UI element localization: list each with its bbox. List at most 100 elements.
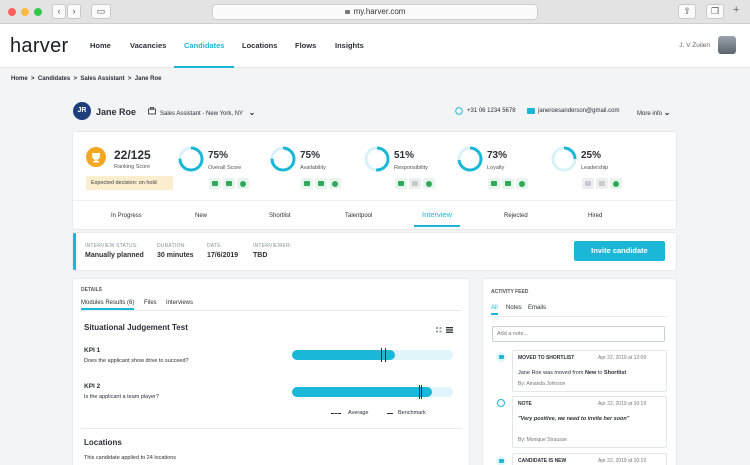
nav-insights[interactable]: Insights [335, 24, 364, 68]
stage-talentpool[interactable]: Talentpool [345, 213, 372, 219]
details-title: DETAILS [81, 287, 103, 293]
breadcrumb-separator: > [127, 76, 132, 82]
ranking-value: 22/125 [114, 148, 151, 162]
kpi-2-average-marker [420, 385, 422, 399]
stage-interview[interactable]: Interview [414, 210, 461, 227]
kpi-2-bar [292, 385, 453, 399]
back-button[interactable]: ‹ [52, 4, 66, 19]
breadcrumb-candidates[interactable]: Candidates [38, 76, 70, 82]
forward-button[interactable]: › [67, 4, 81, 19]
feed-item-body: Jane Roe was moved from New to Shortlist [518, 370, 663, 376]
user-name[interactable]: J. V Zuilen [679, 42, 710, 49]
stage-in-progress[interactable]: In Progress [111, 213, 142, 219]
kpi-2-benchmark-marker [419, 385, 421, 399]
flag-icon [223, 178, 235, 189]
feed-item-author: By: Monique Strausse [518, 437, 567, 443]
tab-files[interactable]: Files [144, 300, 157, 306]
interview-status-value: Manually planned [85, 252, 144, 259]
kpi-2-question: Is the applicant a team player? [84, 394, 159, 400]
sidebar-toggle-icon[interactable]: ▭ [91, 4, 111, 19]
feed-body-text: to [596, 370, 604, 376]
stage-new[interactable]: New [195, 213, 207, 219]
kpi-1-title: KPI 1 [84, 347, 101, 354]
nav-vacancies[interactable]: Vacancies [130, 24, 166, 68]
avatar[interactable] [718, 36, 736, 54]
flag-icon [315, 178, 327, 189]
minimize-window-icon[interactable] [21, 8, 29, 16]
benchmark-legend-icon [387, 413, 393, 414]
loyalty-percent: 73% [487, 150, 508, 161]
new-tab-icon[interactable]: + [733, 4, 739, 16]
chat-icon [496, 456, 506, 465]
responsibility-percent: 51% [394, 150, 415, 161]
candidate-name: Jane Roe [96, 107, 137, 117]
candidate-phone[interactable]: +31 06 1234 5678 [467, 108, 516, 114]
nav-locations[interactable]: Locations [242, 24, 277, 68]
harver-logo[interactable]: harver [10, 35, 69, 58]
duration-value: 30 minutes [157, 252, 194, 259]
flag-icon [596, 178, 608, 189]
breadcrumb-home[interactable]: Home [11, 76, 28, 82]
chat-icon [496, 398, 506, 408]
stage-rejected[interactable]: Rejected [504, 213, 528, 219]
url-text: my.harver.com [353, 7, 406, 16]
close-window-icon[interactable] [8, 8, 16, 16]
loyalty-label: Loyalty [487, 165, 505, 171]
feed-body-text: Jane Roe was moved from [518, 370, 585, 376]
more-info-button[interactable]: More info ⌄ [637, 108, 670, 117]
responsibility-label: Responsibility [394, 165, 428, 171]
whatsapp-icon [455, 107, 463, 115]
check-icon [237, 178, 249, 189]
section-divider [81, 428, 462, 429]
nav-home[interactable]: Home [90, 24, 111, 68]
tab-interviews[interactable]: Interviews [166, 300, 193, 306]
candidate-initials-avatar: JR [73, 102, 91, 120]
stage-hired[interactable]: Hired [588, 213, 602, 219]
grid-view-icon[interactable] [436, 327, 442, 333]
briefcase-icon [148, 107, 156, 115]
kpi-2-title: KPI 2 [84, 383, 101, 390]
tab-modules-results[interactable]: Modules Results (6) [81, 300, 135, 310]
leadership-percent: 25% [581, 150, 602, 161]
activity-tab-emails[interactable]: Emails [528, 305, 546, 311]
check-icon [516, 178, 528, 189]
activity-tab-all[interactable]: All [491, 305, 498, 315]
interviewer-label: INTERVIEWER: [253, 243, 292, 249]
availability-ring [270, 146, 296, 172]
chat-icon [496, 352, 506, 362]
kpi-1-question: Does the applicant show drive to succeed… [84, 358, 189, 364]
maximize-window-icon[interactable] [34, 8, 42, 16]
check-icon [329, 178, 341, 189]
invite-candidate-button[interactable]: Invite candidate [574, 241, 665, 261]
stage-tabs [73, 200, 676, 229]
address-bar[interactable]: my.harver.com [212, 4, 538, 20]
overall-score-label: Overall Score [208, 165, 242, 171]
check-icon [610, 178, 622, 189]
nav-candidates[interactable]: Candidates [174, 24, 235, 68]
video-icon [582, 178, 594, 189]
date-label: DATE: [207, 243, 223, 249]
candidate-email[interactable]: janeroesanderson@gmail.com [538, 108, 619, 114]
feed-item-title: CANDIDATE IS NEW [518, 458, 567, 464]
decision-badge: Expected decision: on hold [86, 176, 173, 190]
share-icon[interactable]: ⇧ [678, 4, 696, 19]
ranking-label: Ranking Score [114, 164, 151, 170]
nav-flows[interactable]: Flows [295, 24, 316, 68]
tabs-icon[interactable]: ❐ [706, 4, 724, 19]
breadcrumb-separator: > [31, 76, 35, 82]
feed-body-from: New [584, 370, 597, 376]
job-selector[interactable]: Sales Assistant - New York, NY ⌄ [160, 108, 255, 117]
activity-tab-notes[interactable]: Notes [506, 305, 522, 311]
feed-item-title: MOVED TO SHORTLIST [518, 355, 575, 361]
locations-title: Locations [84, 438, 122, 447]
list-view-icon[interactable] [446, 327, 453, 333]
add-note-input[interactable]: Add a note... [492, 326, 665, 342]
stage-shortlist[interactable]: Shortlist [269, 213, 291, 219]
video-icon [395, 178, 407, 189]
feed-body-to: Shortlist [603, 370, 627, 376]
breadcrumb-vacancy[interactable]: Sales Assistant [80, 76, 124, 82]
flag-icon [409, 178, 421, 189]
leadership-ring [551, 146, 577, 172]
check-icon [423, 178, 435, 189]
kpi-1-bar [292, 348, 453, 362]
